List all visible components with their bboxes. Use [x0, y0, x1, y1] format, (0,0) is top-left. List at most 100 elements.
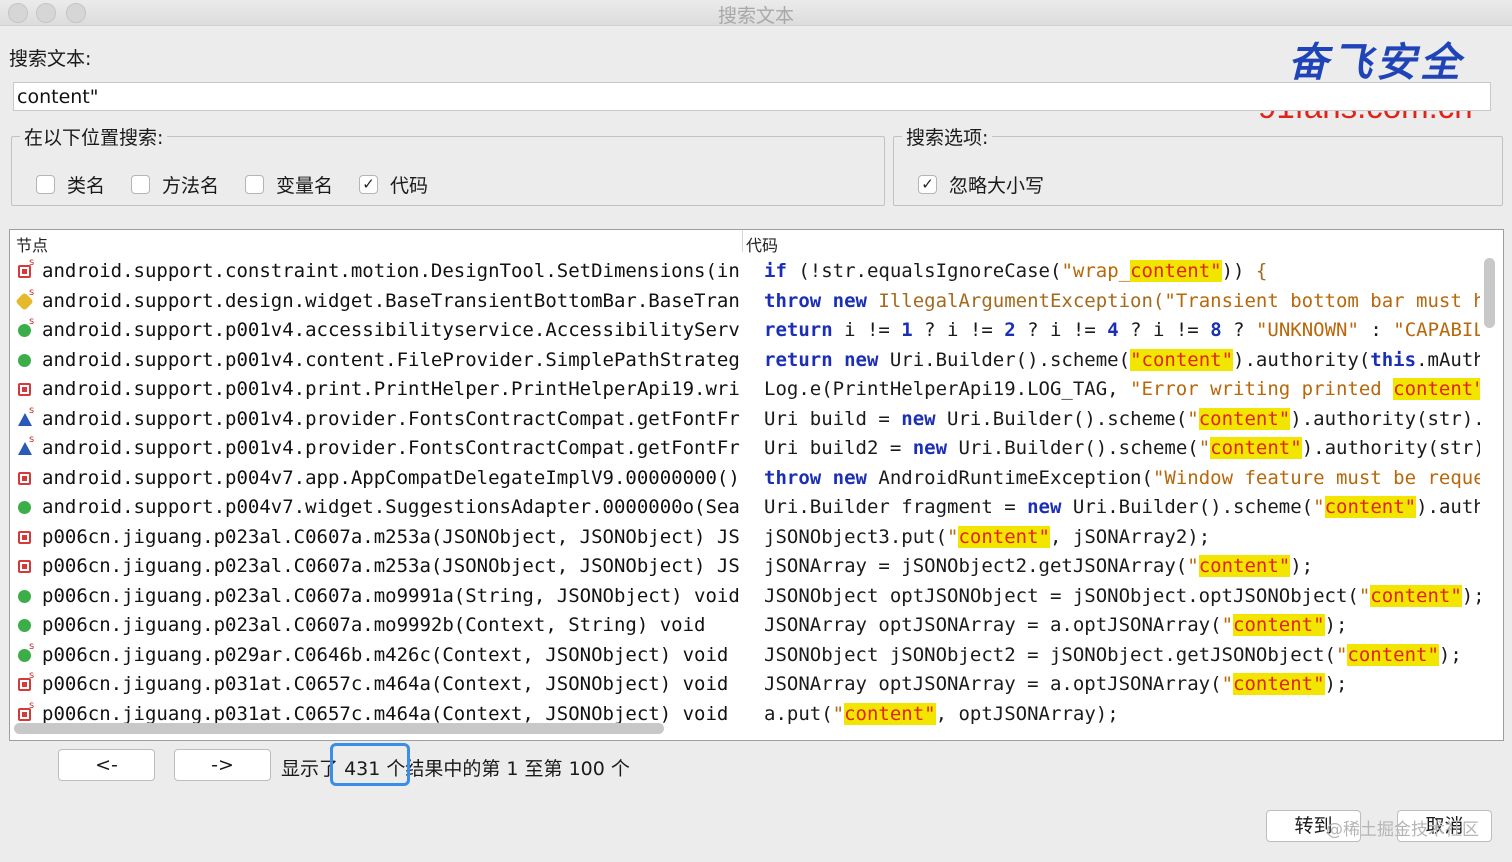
results-table[interactable]: 节点 代码 s android.support.constraint.motion…	[9, 229, 1504, 741]
code-token: (!str.equalsIgnoreCase(	[786, 260, 1062, 282]
search-options-title: 搜索选项:	[902, 123, 993, 150]
result-code: Uri build = new Uri.Builder().scheme("co…	[764, 407, 1480, 430]
result-row[interactable]: p006cn.jiguang.p023al.C0607a.mo9991a(Str…	[10, 581, 1480, 611]
method-icon	[18, 501, 31, 514]
check-mark-icon[interactable]: ✓	[918, 175, 937, 194]
result-code: jSONArray = jSONObject2.getJSONArray("co…	[764, 555, 1480, 577]
checkbox-class-name[interactable]: 类名	[36, 171, 105, 198]
code-token: i !=	[832, 319, 902, 341]
match-highlight: content"	[1370, 584, 1462, 607]
focus-ring	[330, 743, 410, 786]
method-icon	[18, 619, 31, 632]
match-highlight: content"	[844, 702, 936, 725]
result-row[interactable]: s android.support.p001v4.accessibilityser…	[10, 315, 1480, 345]
previous-page-button[interactable]: <-	[58, 749, 155, 781]
static-badge-icon: s	[29, 257, 35, 268]
result-code: Uri.Builder fragment = new Uri.Builder()…	[764, 496, 1480, 518]
code-token: .mAuthori	[1416, 348, 1480, 371]
result-row[interactable]: p006cn.jiguang.p023al.C0607a.m253a(JSONO…	[10, 522, 1480, 552]
result-code: JSONObject jSONObject2 = jSONObject.getJ…	[764, 643, 1480, 666]
juejin-watermark: @稀土掘金技术社区	[1326, 820, 1479, 840]
result-row[interactable]: s android.support.design.widget.BaseTrans…	[10, 286, 1480, 316]
result-code: JSONObject optJSONObject = jSONObject.op…	[764, 584, 1480, 607]
code-token: Uri build =	[764, 407, 902, 430]
search-scope-group: 在以下位置搜索: 类名 方法名 变量名 ✓ 代码	[11, 123, 885, 206]
static-badge-icon: s	[29, 404, 35, 416]
match-highlight: content"	[1130, 260, 1222, 282]
result-row[interactable]: p006cn.jiguang.p023al.C0607a.m253a(JSONO…	[10, 551, 1480, 581]
code-token: Uri.Builder fragment =	[764, 496, 1028, 518]
match-highlight: content"	[1347, 643, 1439, 666]
result-row[interactable]: s android.support.p001v4.provider.FontsCo…	[10, 433, 1480, 463]
result-row[interactable]: p006cn.jiguang.p023al.C0607a.mo9992b(Con…	[10, 610, 1480, 640]
result-row[interactable]: android.support.p004v7.widget.Suggestion…	[10, 492, 1480, 522]
result-node: p006cn.jiguang.p029ar.C0646b.m426c(Conte…	[42, 643, 729, 666]
code-token: IllegalArgumentException(	[866, 289, 1165, 312]
code-token: 1	[901, 319, 913, 341]
checkbox-ignore-case[interactable]: ✓ 忽略大小写	[918, 171, 1044, 198]
window-title: 搜索文本	[717, 5, 794, 27]
code-token: JSONObject optJSONObject = jSONObject.op…	[764, 584, 1359, 607]
code-token: throw new	[764, 466, 867, 489]
check-mark-icon[interactable]: ✓	[359, 175, 379, 194]
code-token: a.put(	[764, 702, 833, 725]
code-token: ))	[1221, 260, 1245, 282]
vertical-scrollbar[interactable]	[1484, 258, 1495, 328]
column-header-node[interactable]: 节点	[16, 232, 48, 256]
result-node: android.support.p001v4.accessibilityserv…	[42, 319, 742, 341]
result-node: android.support.constraint.motion.Design…	[42, 260, 742, 282]
checkbox-box[interactable]	[131, 175, 151, 194]
code-token: );	[1438, 643, 1462, 666]
result-node: android.support.p001v4.provider.FontsCon…	[42, 407, 742, 430]
next-page-button[interactable]: ->	[174, 749, 271, 781]
code-token: );	[1324, 673, 1348, 695]
search-label: 搜索文本:	[9, 48, 92, 70]
code-token: throw new	[764, 289, 867, 312]
result-row[interactable]: s android.support.p001v4.provider.FontsCo…	[10, 404, 1480, 434]
match-highlight: content"	[1233, 673, 1325, 695]
code-token: JSONObject jSONObject2 = jSONObject.getJ…	[764, 643, 1336, 666]
code-token: if	[764, 260, 787, 282]
horizontal-scrollbar[interactable]	[14, 723, 664, 734]
checkbox-box[interactable]	[36, 175, 55, 194]
column-header-code[interactable]: 代码	[746, 232, 778, 256]
search-input[interactable]	[13, 82, 1491, 111]
checkbox-variable-name[interactable]: 变量名	[245, 171, 333, 198]
result-row[interactable]: android.support.p001v4.print.PrintHelper…	[10, 374, 1480, 404]
result-node: android.support.design.widget.BaseTransi…	[42, 289, 742, 312]
match-highlight: content"	[958, 525, 1050, 548]
code-token: "Error writing printed	[1130, 378, 1394, 400]
static-badge-icon: s	[29, 316, 35, 327]
code-token: "	[1313, 496, 1325, 518]
code-token: "	[1198, 437, 1211, 459]
result-row[interactable]: android.support.p004v7.app.AppCompatDele…	[10, 463, 1480, 493]
result-node: p006cn.jiguang.p023al.C0607a.m253a(JSONO…	[42, 525, 742, 548]
result-row[interactable]: android.support.p001v4.content.FileProvi…	[10, 345, 1480, 375]
checkbox-code[interactable]: ✓ 代码	[359, 171, 428, 198]
static-badge-icon: s	[29, 699, 35, 711]
checkbox-method-name[interactable]: 方法名	[131, 171, 219, 198]
search-options-list: ✓ 忽略大小写	[918, 171, 1070, 198]
result-node: p006cn.jiguang.p031at.C0657c.m464a(Conte…	[42, 673, 729, 695]
code-token: Uri.Builder().scheme(	[1061, 496, 1314, 518]
match-highlight: content"	[1393, 378, 1480, 400]
code-token: "	[1335, 643, 1348, 666]
result-row[interactable]: s p006cn.jiguang.p029ar.C0646b.m426c(Cont…	[10, 640, 1480, 670]
code-token: "	[1221, 614, 1234, 636]
result-row[interactable]: s android.support.constraint.motion.Desig…	[10, 256, 1480, 286]
checkbox-box[interactable]	[245, 175, 265, 194]
result-node: android.support.p004v7.app.AppCompatDele…	[42, 466, 742, 489]
search-options-group: 搜索选项: ✓ 忽略大小写	[893, 123, 1503, 206]
code-token: jSONArray = jSONObject2.getJSONArray(	[764, 555, 1188, 577]
result-code: JSONArray optJSONArray = a.optJSONArray(…	[764, 614, 1480, 636]
code-token: JSONArray optJSONArray = a.optJSONArray(	[764, 614, 1222, 636]
column-divider[interactable]	[742, 230, 743, 252]
code-token: "	[1358, 584, 1371, 607]
code-token: "	[1221, 673, 1234, 695]
code-token: Uri.Builder().scheme(	[947, 437, 1199, 459]
status-suffix: 个结果中的第 1 至第 100 个	[386, 758, 630, 780]
result-row[interactable]: s p006cn.jiguang.p031at.C0657c.m464a(Cont…	[10, 669, 1480, 699]
code-token: Uri.Builder().scheme(	[878, 348, 1131, 371]
code-token: :	[1358, 319, 1394, 341]
code-token: );	[1324, 614, 1348, 636]
